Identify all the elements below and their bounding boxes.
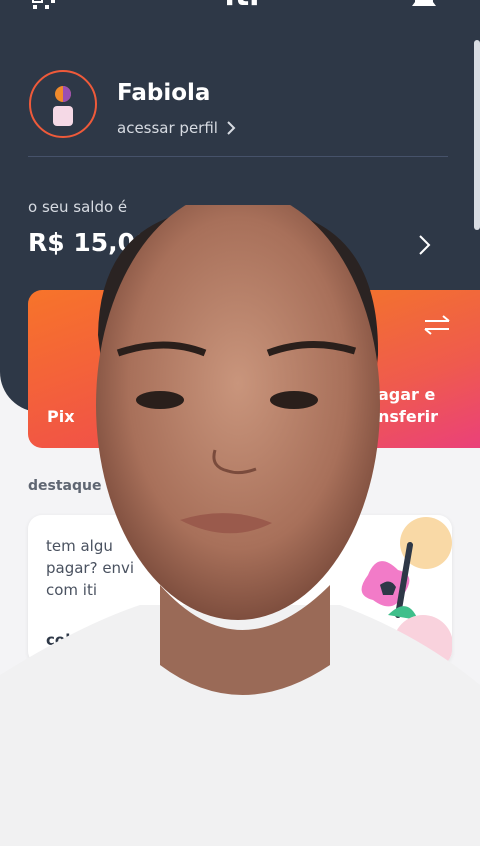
balance-value[interactable]: R$ 15,00 [28, 228, 152, 257]
qr-code-icon[interactable] [32, 0, 58, 12]
highlight-text: tem algu pagar? envi com iti [46, 537, 135, 599]
highlight-cta-link[interactable]: cobr [46, 631, 83, 649]
transfer-arrows-icon [424, 315, 450, 335]
balance-label: o seu saldo é [28, 198, 128, 216]
phone-flower-illustration [361, 517, 452, 665]
pay-transfer-label: agar e nsferir [378, 385, 438, 426]
user-name: Fabiola [117, 80, 211, 106]
top-bar: iti [0, 0, 480, 16]
pix-label: Pix [47, 407, 75, 426]
bell-icon[interactable] [410, 0, 438, 10]
profile-link[interactable]: acessar perfil [117, 119, 236, 137]
scrollbar[interactable] [474, 40, 480, 230]
profile-link-label: acessar perfil [117, 119, 218, 137]
pix-button[interactable]: Pix [28, 290, 168, 448]
balance-chevron-icon[interactable] [416, 234, 432, 256]
divider [28, 156, 448, 157]
chevron-right-icon [227, 121, 236, 135]
app-logo: iti [212, 0, 272, 13]
avatar-person-icon [53, 86, 73, 126]
highlight-card[interactable]: tem algu pagar? envi com iti cobr [28, 515, 452, 665]
section-title-highlights: destaque [28, 478, 102, 494]
avatar[interactable] [29, 70, 97, 138]
pay-transfer-button[interactable]: agar e nsferir [334, 290, 480, 448]
